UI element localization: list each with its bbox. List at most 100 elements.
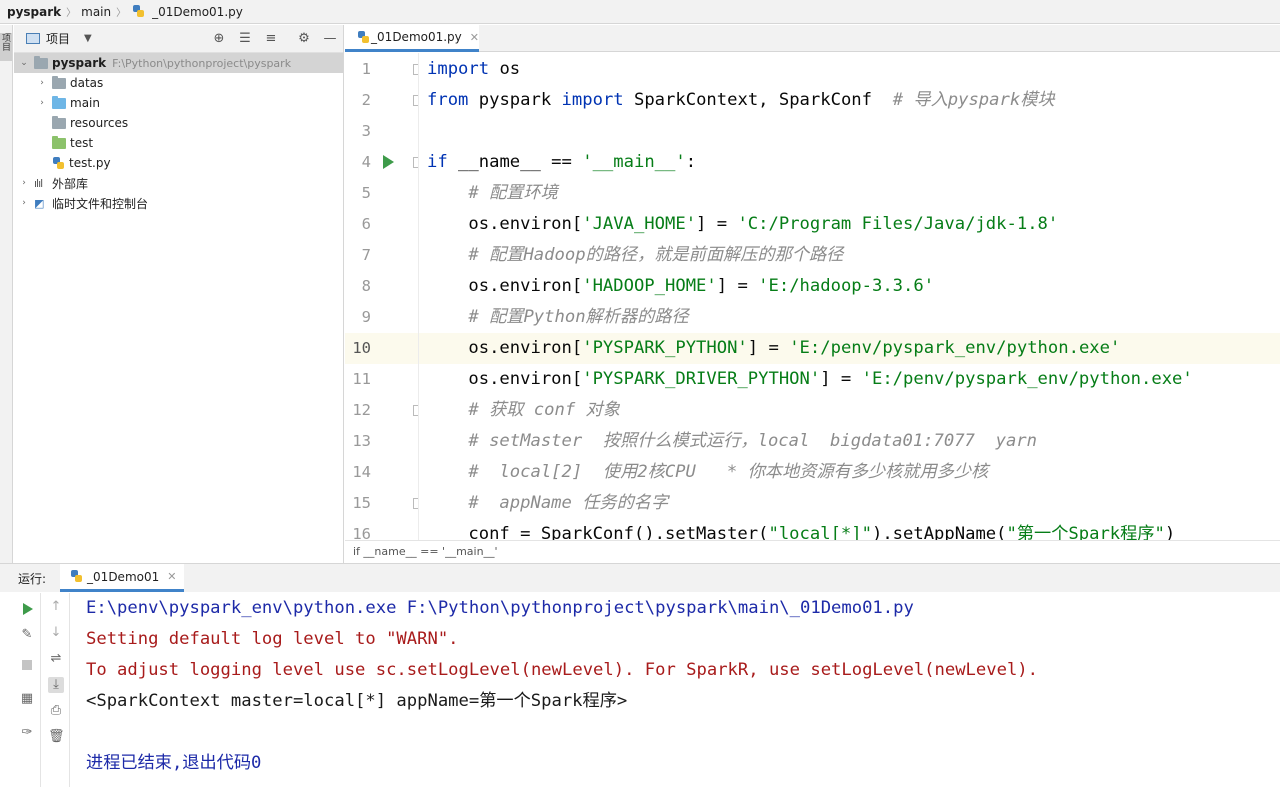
run-gutter-icon[interactable] [383, 155, 394, 169]
line-number[interactable]: 8 [345, 271, 371, 302]
code-line[interactable]: os.environ['PYSPARK_PYTHON'] = 'E:/penv/… [419, 333, 1280, 364]
rerun-icon[interactable] [23, 603, 33, 615]
project-tool-window-tab[interactable]: 项目 [0, 33, 12, 61]
folder-icon [52, 115, 66, 129]
code-line[interactable]: os.environ['PYSPARK_DRIVER_PYTHON'] = 'E… [419, 364, 1280, 395]
code-line[interactable]: import os [419, 54, 1280, 85]
console-line: 进程已结束,退出代码0 [86, 753, 262, 773]
code-line[interactable]: # setMaster 按照什么模式运行，local bigdata01:707… [419, 426, 1280, 457]
breadcrumb-separator: 〉 [66, 8, 77, 19]
code-line[interactable] [419, 116, 1280, 147]
tree-item-test[interactable]: test [48, 133, 93, 153]
line-number[interactable]: 5 [345, 178, 371, 209]
close-icon[interactable]: ✕ [167, 570, 176, 583]
breadcrumb-folder[interactable]: main [78, 5, 114, 19]
code-line[interactable]: # appName 任务的名字 [419, 488, 1280, 519]
code-line[interactable]: from pyspark import SparkContext, SparkC… [419, 85, 1280, 116]
tree-item-label: resources [70, 116, 129, 130]
chevron-right-icon[interactable]: › [18, 198, 30, 208]
line-number[interactable]: 12 [345, 395, 371, 426]
code-token: ).setAppName( [871, 524, 1007, 540]
comment-token: # appName 任务的名字 [427, 493, 669, 513]
chevron-right-icon[interactable]: › [36, 98, 48, 108]
editor-tab-active[interactable]: _01Demo01.py ✕ [345, 25, 479, 52]
layout-icon[interactable]: ▦ [19, 691, 35, 707]
run-config-tab[interactable]: _01Demo01 ✕ [60, 564, 185, 592]
editor-context-breadcrumb[interactable]: if __name__ == '__main__' [345, 540, 1280, 563]
expand-all-icon[interactable]: ☰ [237, 31, 253, 47]
project-view-label[interactable]: 项目 [46, 30, 70, 47]
tree-item-main[interactable]: › main [36, 93, 100, 113]
tree-root-pyspark[interactable]: ⌄ pyspark F:\Python\pythonproject\pyspar… [14, 53, 343, 73]
line-number[interactable]: 16 [345, 519, 371, 540]
code-line[interactable]: if __name__ == '__main__': [419, 147, 1280, 178]
code-line[interactable]: # local[2] 使用2核CPU * 你本地资源有多少核就用多少核 [419, 457, 1280, 488]
line-number[interactable]: 4 [345, 147, 371, 178]
tree-item-test-py[interactable]: test.py [48, 153, 111, 173]
breadcrumb-project[interactable]: pyspark [4, 5, 64, 19]
code-token: os [489, 59, 521, 79]
chevron-down-icon[interactable]: ⌄ [18, 58, 30, 68]
console-line: To adjust logging level use sc.setLogLev… [86, 660, 1038, 680]
hide-icon[interactable]: — [322, 31, 338, 47]
string-token: "第一个Spark程序" [1006, 524, 1165, 540]
code-area[interactable]: import os from pyspark import SparkContex… [419, 53, 1280, 540]
code-line[interactable]: # 配置环境 [419, 178, 1280, 209]
code-line[interactable]: os.environ['JAVA_HOME'] = 'C:/Program Fi… [419, 209, 1280, 240]
line-number[interactable]: 2 [345, 85, 371, 116]
wrench-icon[interactable]: ✎ [19, 627, 35, 643]
line-number[interactable]: 1 [345, 54, 371, 85]
print-icon[interactable]: ⎙ [48, 703, 64, 719]
arrow-down-icon[interactable]: ↓ [48, 625, 64, 641]
chevron-right-icon[interactable]: › [18, 178, 30, 188]
line-number[interactable]: 9 [345, 302, 371, 333]
line-number[interactable]: 14 [345, 457, 371, 488]
line-number[interactable]: 7 [345, 240, 371, 271]
tree-item-external-libraries[interactable]: › ılıl 外部库 [18, 173, 88, 193]
tree-item-label: 外部库 [52, 176, 89, 191]
console-output[interactable]: E:\penv\pyspark_env\python.exe F:\Python… [86, 593, 1276, 787]
locate-icon[interactable]: ⊕ [211, 31, 227, 47]
run-label: 运行: [18, 571, 47, 586]
project-toolbar: 项目 ▼ ⊕ ☰ ≡ ⚙ — [14, 25, 343, 53]
stop-icon[interactable] [22, 660, 32, 670]
tree-item-datas[interactable]: › datas [36, 73, 103, 93]
line-number[interactable]: 15 [345, 488, 371, 519]
code-line[interactable]: os.environ['HADOOP_HOME'] = 'E:/hadoop-3… [419, 271, 1280, 302]
line-number[interactable]: 13 [345, 426, 371, 457]
chevron-down-icon[interactable]: ▼ [84, 33, 92, 44]
folder-icon [52, 75, 66, 89]
collapse-all-icon[interactable]: ≡ [263, 31, 279, 47]
soft-wrap-icon[interactable]: ⇌ [48, 651, 64, 667]
line-number[interactable]: 10 [345, 333, 371, 364]
gear-icon[interactable]: ⚙ [296, 31, 312, 47]
library-icon: ılıl [34, 176, 43, 190]
scroll-to-end-icon[interactable]: ⤓ [48, 677, 64, 693]
code-token: SparkContext, SparkConf [623, 90, 893, 110]
string-token: 'C:/Program Files/Java/jdk-1.8' [737, 214, 1059, 234]
chevron-right-icon[interactable]: › [36, 78, 48, 88]
close-icon[interactable]: ✕ [470, 31, 479, 44]
code-line[interactable]: # 配置Python解析器的路径 [419, 302, 1280, 333]
string-token: 'HADOOP_HOME' [582, 276, 717, 296]
code-line[interactable]: conf = SparkConf().setMaster("local[*]")… [419, 519, 1280, 540]
code-line[interactable]: # 获取 conf 对象 [419, 395, 1280, 426]
tree-item-resources[interactable]: resources [48, 113, 128, 133]
tree-item-scratches[interactable]: › ◩ 临时文件和控制台 [18, 193, 148, 213]
breadcrumb-file[interactable]: _01Demo01.py [149, 5, 246, 19]
layout-icon [26, 33, 40, 44]
python-file-icon [132, 5, 145, 18]
comment-token: # 获取 conf 对象 [427, 400, 620, 420]
folder-icon [34, 55, 48, 69]
line-number[interactable]: 3 [345, 116, 371, 147]
arrow-up-icon[interactable]: ↑ [48, 599, 64, 615]
code-line[interactable]: # 配置Hadoop的路径，就是前面解压的那个路径 [419, 240, 1280, 271]
trash-icon[interactable]: 🗑 [48, 729, 65, 745]
code-token: : [685, 152, 697, 172]
navigation-bar: pyspark 〉 main 〉 _01Demo01.py [0, 0, 1280, 24]
editor-tab-label: _01Demo01.py [371, 30, 462, 44]
pin-icon[interactable]: ✑ [19, 725, 35, 741]
code-token: ] = [747, 338, 790, 358]
line-number[interactable]: 6 [345, 209, 371, 240]
line-number[interactable]: 11 [345, 364, 371, 395]
